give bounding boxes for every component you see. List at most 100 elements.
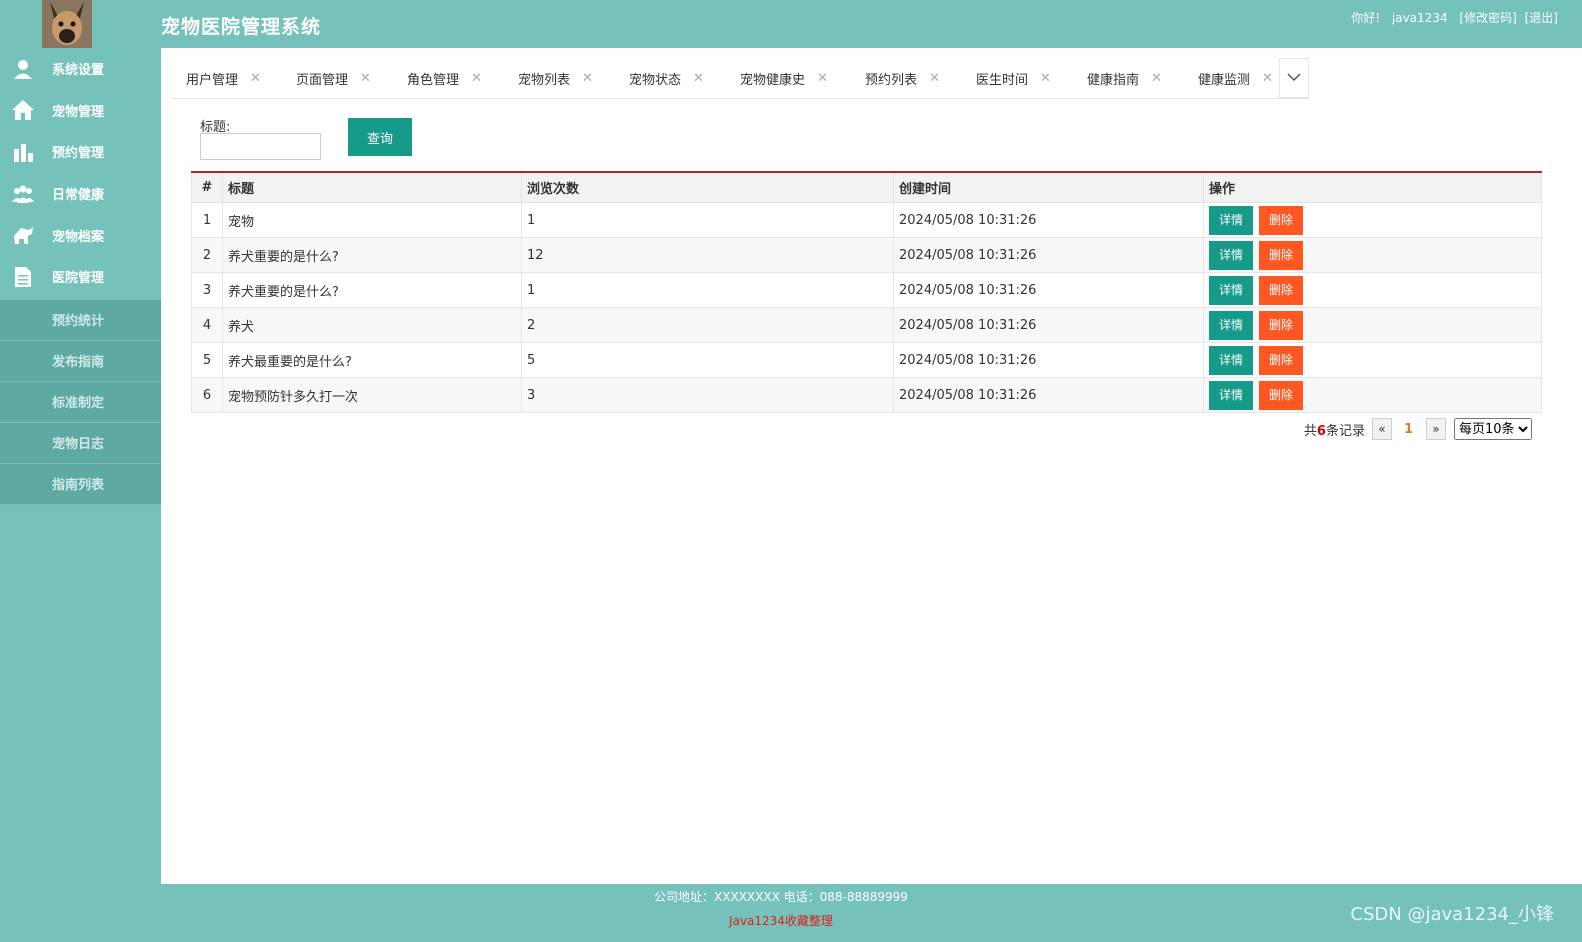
close-icon[interactable]: ✕ [1040, 71, 1051, 86]
greeting-text: 你好! [1351, 11, 1381, 25]
sidebar-item-appointment-management[interactable]: 预约管理 [0, 131, 161, 173]
tab-label: 健康监测 [1198, 72, 1251, 88]
total-suffix: 条记录 [1325, 423, 1365, 439]
row-created: 2024/05/08 10:31:26 [893, 377, 1204, 413]
change-password-link[interactable]: [修改密码] [1459, 11, 1516, 25]
tab-label: 用户管理 [186, 72, 239, 88]
row-views: 5 [521, 342, 894, 378]
close-icon[interactable]: ✕ [471, 71, 482, 86]
hospital-submenu: 预约统计 发布指南 标准制定 宠物日志 指南列表 [0, 299, 161, 505]
pagination: 共6条记录 « 1 » 每页10条 [1304, 418, 1532, 440]
tab-label: 角色管理 [407, 72, 460, 88]
sidebar-item-label: 宠物管理 [52, 104, 105, 120]
search-button[interactable]: 查询 [348, 118, 412, 156]
row-views: 2 [521, 307, 894, 343]
row-actions: 详情 删除 [1203, 202, 1542, 238]
total-prefix: 共 [1303, 423, 1317, 439]
delete-button[interactable]: 删除 [1259, 345, 1303, 375]
row-index: 6 [191, 377, 223, 413]
footer-address: 公司地址：XXXXXXXX 电话：088-88889999 [654, 890, 908, 904]
close-icon[interactable]: ✕ [1151, 71, 1162, 86]
table-row: 3 养犬重要的是什么? 1 2024/05/08 10:31:26 详情 删除 [191, 272, 1542, 308]
table-row: 2 养犬重要的是什么? 12 2024/05/08 10:31:26 详情 删除 [191, 237, 1542, 273]
close-icon[interactable]: ✕ [360, 71, 371, 86]
prev-page-button[interactable]: « [1371, 418, 1392, 440]
row-index: 5 [191, 342, 223, 378]
delete-button[interactable]: 删除 [1259, 380, 1303, 410]
delete-button[interactable]: 删除 [1259, 205, 1303, 235]
tab-label: 宠物列表 [518, 72, 571, 88]
tab-pet-health-history[interactable]: 宠物健康史 ✕ [740, 58, 828, 98]
search-title-input[interactable] [200, 133, 321, 160]
watermark: CSDN @java1234_小锋 [1350, 904, 1554, 925]
submenu-item-standards[interactable]: 标准制定 [0, 381, 161, 423]
sidebar: 系统设置 宠物管理 预约管理 日常健康 宠物档案 医院管理 预约统计 发布指南 … [0, 48, 161, 942]
delete-button[interactable]: 删除 [1259, 310, 1303, 340]
close-icon[interactable]: ✕ [693, 71, 704, 86]
sidebar-item-system-settings[interactable]: 系统设置 [0, 48, 161, 90]
delete-button[interactable]: 删除 [1259, 275, 1303, 305]
tab-appointment-list[interactable]: 预约列表 ✕ [865, 58, 940, 98]
row-created: 2024/05/08 10:31:26 [893, 342, 1204, 378]
close-icon[interactable]: ✕ [929, 71, 940, 86]
close-icon[interactable]: ✕ [817, 71, 828, 86]
tab-more-button[interactable] [1279, 58, 1309, 98]
row-views: 12 [521, 237, 894, 273]
row-index: 3 [191, 272, 223, 308]
current-page[interactable]: 1 [1404, 422, 1413, 437]
sidebar-item-pet-records[interactable]: 宠物档案 [0, 214, 161, 256]
tab-label: 宠物健康史 [740, 72, 806, 88]
row-created: 2024/05/08 10:31:26 [893, 272, 1204, 308]
detail-button[interactable]: 详情 [1209, 310, 1253, 340]
submenu-item-publish-guide[interactable]: 发布指南 [0, 340, 161, 382]
sidebar-item-hospital-management[interactable]: 医院管理 [0, 256, 161, 298]
table-row: 5 养犬最重要的是什么? 5 2024/05/08 10:31:26 详情 删除 [191, 342, 1542, 378]
tab-role-management[interactable]: 角色管理 ✕ [407, 58, 482, 98]
sidebar-item-daily-health[interactable]: 日常健康 [0, 173, 161, 215]
submenu-item-guide-list[interactable]: 指南列表 [0, 463, 161, 505]
detail-button[interactable]: 详情 [1209, 380, 1253, 410]
row-actions: 详情 删除 [1203, 342, 1542, 378]
sidebar-item-pet-management[interactable]: 宠物管理 [0, 90, 161, 132]
row-index: 1 [191, 202, 223, 238]
row-views: 1 [521, 202, 894, 238]
tab-doctor-time[interactable]: 医生时间 ✕ [976, 58, 1051, 98]
close-icon[interactable]: ✕ [582, 71, 593, 86]
tab-health-monitoring[interactable]: 健康监测 ✕ [1198, 58, 1273, 98]
close-icon[interactable]: ✕ [1262, 71, 1273, 86]
logout-link[interactable]: [退出] [1525, 11, 1558, 25]
tab-pet-list[interactable]: 宠物列表 ✕ [518, 58, 593, 98]
detail-button[interactable]: 详情 [1209, 205, 1253, 235]
table-row: 6 宠物预防针多久打一次 3 2024/05/08 10:31:26 详情 删除 [191, 377, 1542, 413]
delete-button[interactable]: 删除 [1259, 240, 1303, 270]
close-icon[interactable]: ✕ [250, 71, 261, 86]
pet-icon [11, 224, 35, 246]
column-header-index: # [191, 171, 223, 203]
column-header-actions: 操作 [1203, 171, 1542, 203]
page-size-select[interactable]: 每页10条 [1454, 418, 1532, 440]
tab-pet-status[interactable]: 宠物状态 ✕ [629, 58, 704, 98]
row-created: 2024/05/08 10:31:26 [893, 202, 1204, 238]
sidebar-item-label: 预约管理 [52, 146, 105, 162]
submenu-item-appointment-stats[interactable]: 预约统计 [0, 299, 161, 341]
tab-label: 页面管理 [296, 72, 349, 88]
table-header-row: # 标题 浏览次数 创建时间 操作 [191, 171, 1542, 203]
submenu-item-pet-log[interactable]: 宠物日志 [0, 422, 161, 464]
chevron-down-icon [1287, 71, 1301, 86]
row-index: 4 [191, 307, 223, 343]
tab-bar: 用户管理 ✕ 页面管理 ✕ 角色管理 ✕ 宠物列表 ✕ 宠物状态 ✕ 宠物健康史 ✕ 预约列… [172, 58, 1310, 99]
bar-chart-icon [11, 141, 35, 163]
guide-table: # 标题 浏览次数 创建时间 操作 1 宠物 1 2024/05/08 10:3… [191, 171, 1542, 413]
app-title: 宠物医院管理系统 [161, 16, 322, 38]
next-page-button[interactable]: » [1426, 418, 1446, 440]
row-index: 2 [191, 237, 223, 273]
user-icon [11, 58, 35, 80]
tab-page-management[interactable]: 页面管理 ✕ [296, 58, 371, 98]
total-count: 6 [1316, 423, 1326, 439]
detail-button[interactable]: 详情 [1209, 345, 1253, 375]
detail-button[interactable]: 详情 [1209, 240, 1253, 270]
row-title: 养犬重要的是什么? [222, 272, 522, 308]
detail-button[interactable]: 详情 [1209, 275, 1253, 305]
tab-health-guide[interactable]: 健康指南 ✕ [1087, 58, 1162, 98]
tab-user-management[interactable]: 用户管理 ✕ [186, 58, 261, 98]
